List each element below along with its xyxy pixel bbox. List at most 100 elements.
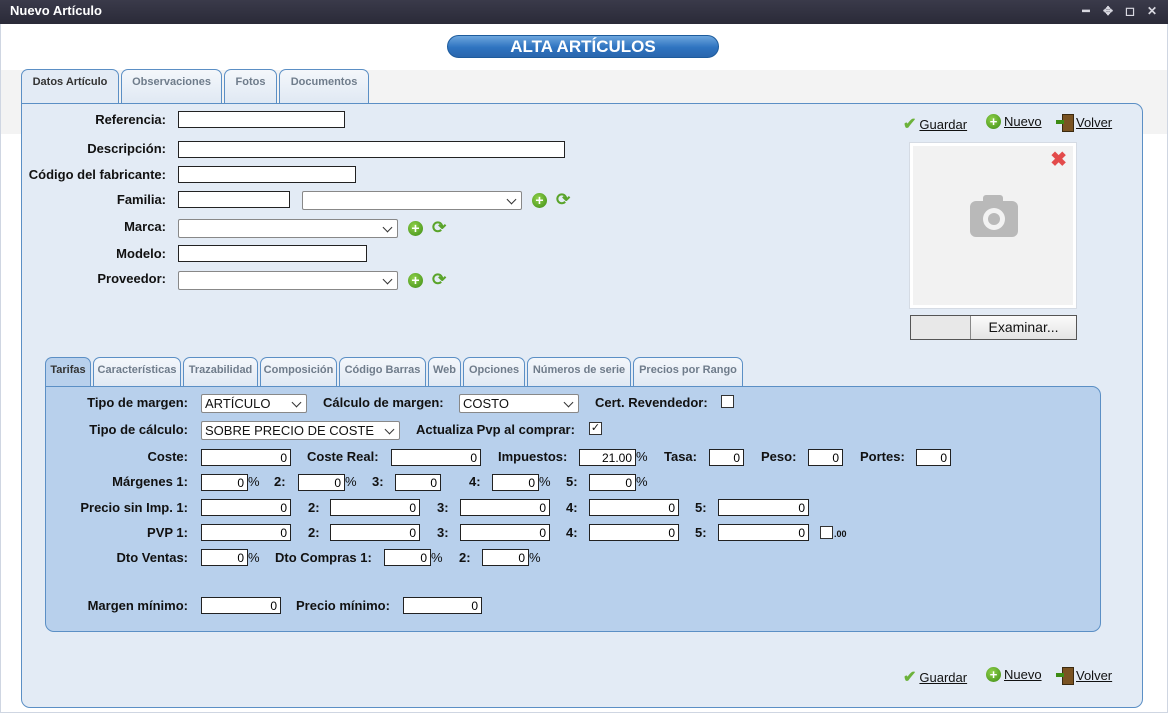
save-button[interactable]: ✔ Guardar bbox=[903, 114, 967, 134]
peso-input[interactable] bbox=[808, 449, 843, 466]
precio-sin-imp-5-input[interactable] bbox=[718, 499, 809, 516]
impuestos-input[interactable] bbox=[579, 449, 636, 466]
add-icon: + bbox=[986, 667, 1001, 682]
tab-observaciones[interactable]: Observaciones bbox=[121, 69, 222, 104]
add-familia-icon[interactable]: + bbox=[532, 193, 547, 208]
sub-tabs: Tarifas Características Trazabilidad Com… bbox=[45, 357, 745, 388]
precio-sin-imp-3-input[interactable] bbox=[460, 499, 550, 516]
referencia-input[interactable] bbox=[178, 111, 345, 128]
dto-ventas-input[interactable] bbox=[201, 549, 248, 566]
add-proveedor-icon[interactable]: + bbox=[408, 273, 423, 288]
subtab-trazabilidad[interactable]: Trazabilidad bbox=[183, 357, 258, 387]
margen-minimo-input[interactable] bbox=[201, 597, 281, 614]
precio-sin-imp-4-input[interactable] bbox=[589, 499, 679, 516]
add-marca-icon[interactable]: + bbox=[408, 221, 423, 236]
pvp-2-input[interactable] bbox=[330, 524, 420, 541]
portes-input[interactable] bbox=[916, 449, 951, 466]
dto-compras-2-input[interactable] bbox=[482, 549, 529, 566]
pvp-3-input[interactable] bbox=[460, 524, 550, 541]
margen-4-input[interactable] bbox=[492, 474, 539, 491]
precio-sin-imp-5-label: 5: bbox=[695, 500, 707, 515]
save-button-bottom[interactable]: ✔ Guardar bbox=[903, 667, 967, 687]
browse-button[interactable]: Examinar... bbox=[971, 316, 1076, 339]
delete-photo-icon[interactable]: ✖ bbox=[1050, 150, 1067, 170]
coste-input[interactable] bbox=[201, 449, 291, 466]
pvp-3-label: 3: bbox=[437, 525, 449, 540]
round-decimals-checkbox[interactable] bbox=[820, 526, 833, 539]
exit-door-icon bbox=[1056, 114, 1074, 132]
close-icon[interactable]: ✕ bbox=[1146, 0, 1158, 22]
back-button[interactable]: Volver bbox=[1056, 114, 1113, 132]
margen-5-percent: % bbox=[636, 474, 648, 489]
precio-sin-imp-2-input[interactable] bbox=[330, 499, 420, 516]
tipo-calculo-select[interactable]: SOBRE PRECIO DE COSTE bbox=[201, 421, 400, 440]
pvp-2-label: 2: bbox=[308, 525, 320, 540]
referencia-label: Referencia: bbox=[95, 112, 166, 127]
precio-sin-imp-3-label: 3: bbox=[437, 500, 449, 515]
margen-3-input[interactable] bbox=[395, 474, 441, 491]
impuestos-percent: % bbox=[636, 449, 648, 464]
codigo-fabricante-input[interactable] bbox=[178, 166, 356, 183]
margenes-label: Márgenes 1: bbox=[112, 474, 188, 489]
subtab-caracteristicas[interactable]: Características bbox=[93, 357, 181, 387]
new-button[interactable]: + Nuevo bbox=[986, 114, 1042, 129]
subtab-composicion[interactable]: Composición bbox=[260, 357, 337, 387]
new-button-bottom[interactable]: + Nuevo bbox=[986, 667, 1042, 682]
modelo-input[interactable] bbox=[178, 245, 367, 262]
margen-5-input[interactable] bbox=[589, 474, 636, 491]
subtab-precios-rango[interactable]: Precios por Rango bbox=[633, 357, 743, 387]
calculo-margen-select[interactable]: COSTO bbox=[459, 394, 579, 413]
pvp-1-input[interactable] bbox=[201, 524, 291, 541]
tipo-margen-label: Tipo de margen: bbox=[87, 395, 188, 410]
move-icon[interactable]: ✥ bbox=[1102, 0, 1114, 22]
minimize-icon[interactable]: ━ bbox=[1080, 0, 1092, 22]
actualiza-pvp-checkbox[interactable]: ✓ bbox=[589, 422, 602, 435]
page-title: ALTA ARTÍCULOS bbox=[447, 35, 719, 58]
precio-minimo-input[interactable] bbox=[403, 597, 482, 614]
margen-1-percent: % bbox=[248, 474, 260, 489]
codigo-fabricante-label: Código del fabricante: bbox=[28, 167, 166, 182]
calculo-margen-label: Cálculo de margen: bbox=[323, 395, 444, 410]
precio-sin-imp-1-input[interactable] bbox=[201, 499, 291, 516]
back-button-bottom[interactable]: Volver bbox=[1056, 667, 1112, 685]
subtab-codigo-barras[interactable]: Código Barras bbox=[339, 357, 426, 387]
subtab-tarifas[interactable]: Tarifas bbox=[45, 357, 91, 388]
dto-ventas-label: Dto Ventas: bbox=[116, 550, 188, 565]
tab-documentos[interactable]: Documentos bbox=[279, 69, 369, 104]
pvp-5-input[interactable] bbox=[718, 524, 809, 541]
window-title: Nuevo Artículo bbox=[10, 3, 102, 18]
marca-label: Marca: bbox=[124, 219, 166, 234]
subtab-opciones[interactable]: Opciones bbox=[463, 357, 525, 387]
dto-compras-1-input[interactable] bbox=[384, 549, 431, 566]
portes-label: Portes: bbox=[860, 449, 905, 464]
add-icon: + bbox=[986, 114, 1001, 129]
descripcion-input[interactable] bbox=[178, 141, 565, 158]
file-path-display bbox=[911, 316, 971, 339]
maximize-icon[interactable]: ◻ bbox=[1124, 0, 1136, 22]
tab-fotos[interactable]: Fotos bbox=[224, 69, 277, 104]
margen-2-input[interactable] bbox=[298, 474, 345, 491]
refresh-marca-icon[interactable]: ⟳ bbox=[432, 219, 450, 237]
margen-4-label: 4: bbox=[469, 474, 481, 489]
margen-4-percent: % bbox=[539, 474, 551, 489]
marca-select[interactable] bbox=[178, 219, 398, 238]
pvp-5-label: 5: bbox=[695, 525, 707, 540]
margen-2-percent: % bbox=[345, 474, 357, 489]
dto-compras-2-percent: % bbox=[529, 550, 541, 565]
back-label: Volver bbox=[1076, 114, 1113, 130]
cert-revendedor-checkbox[interactable] bbox=[721, 395, 734, 408]
proveedor-select[interactable] bbox=[178, 271, 398, 290]
pvp-4-input[interactable] bbox=[589, 524, 679, 541]
subtab-web[interactable]: Web bbox=[428, 357, 461, 387]
refresh-familia-icon[interactable]: ⟳ bbox=[556, 191, 574, 209]
refresh-proveedor-icon[interactable]: ⟳ bbox=[432, 271, 450, 289]
familia-code-input[interactable] bbox=[178, 191, 290, 208]
tasa-input[interactable] bbox=[709, 449, 744, 466]
tab-datos-articulo[interactable]: Datos Artículo bbox=[21, 69, 119, 105]
tipo-margen-select[interactable]: ARTÍCULO bbox=[201, 394, 307, 413]
coste-real-input[interactable] bbox=[391, 449, 481, 466]
familia-select[interactable] bbox=[302, 191, 522, 210]
margen-1-input[interactable] bbox=[201, 474, 248, 491]
coste-real-label: Coste Real: bbox=[307, 449, 379, 464]
subtab-numeros-serie[interactable]: Números de serie bbox=[527, 357, 631, 387]
